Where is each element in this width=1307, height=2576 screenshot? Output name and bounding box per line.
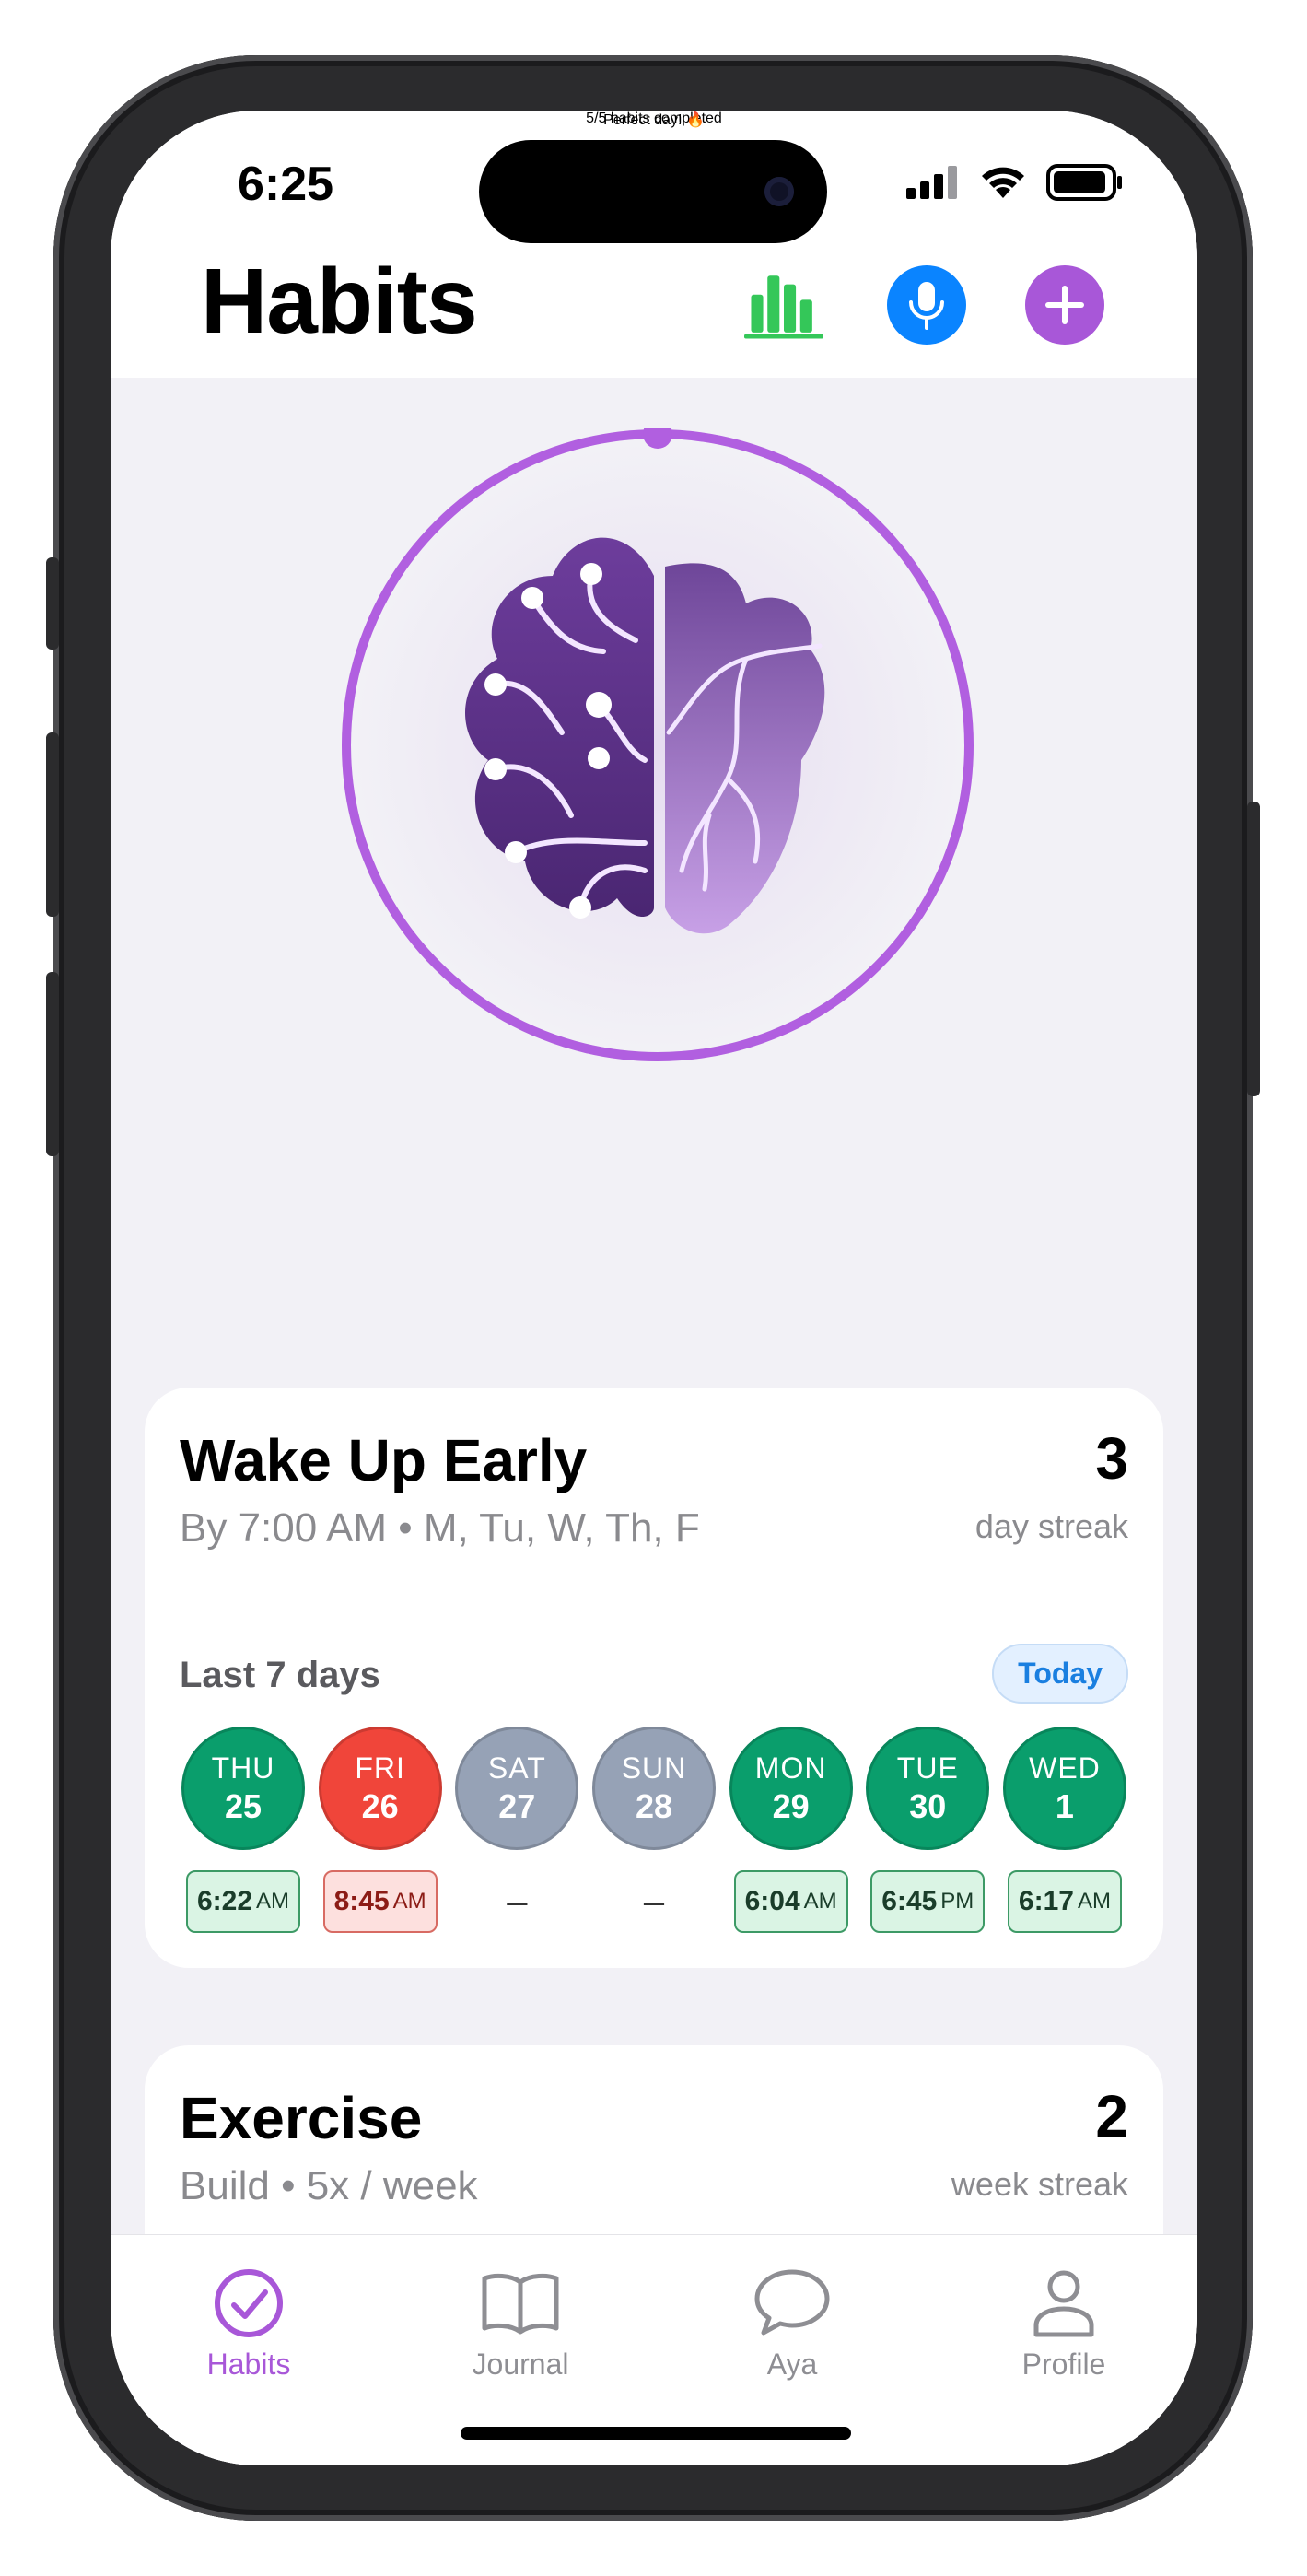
person-icon [1033, 2270, 1094, 2337]
stats-bar-chart-icon [744, 275, 823, 339]
stats-button[interactable] [744, 265, 823, 345]
day-of-week: WED [1029, 1751, 1101, 1785]
day-item: SAT 27 – [453, 1727, 580, 1933]
completion-time: 6:22 AM [185, 1870, 301, 1933]
time-value: 6:22 [196, 1886, 253, 1916]
time-ampm: AM [1077, 1889, 1111, 1914]
day-circle[interactable]: SAT 27 [455, 1727, 579, 1850]
volume-up-button [46, 732, 59, 917]
completion-time: 6:45 PM [870, 1870, 986, 1933]
day-of-week: FRI [355, 1751, 405, 1785]
battery-icon [1046, 164, 1122, 201]
day-item: FRI 26 8:45 AM [317, 1727, 444, 1933]
day-item: WED 1 6:17 AM [1001, 1727, 1128, 1933]
history-title: Last 7 days [180, 1655, 380, 1695]
time-value: 6:45 [881, 1886, 938, 1916]
chat-bubble-icon [754, 2269, 830, 2336]
day-circle[interactable]: FRI 26 [318, 1727, 442, 1850]
day-item: SUN 28 – [590, 1727, 718, 1933]
habit-name: Wake Up Early [180, 1427, 588, 1493]
completion-time: – [597, 1870, 711, 1933]
time-ampm: AM [256, 1889, 290, 1914]
day-of-week: TUE [896, 1751, 959, 1785]
time-value: 6:17 [1018, 1886, 1074, 1916]
tab-label: Habits [206, 2348, 291, 2381]
day-date: 1 [1055, 1786, 1074, 1825]
habit-schedule: By 7:00 AM • M, Tu, W, Th, F [180, 1505, 700, 1551]
streak-count: 2 [1095, 2083, 1128, 2149]
action-button [46, 557, 59, 650]
app-screen: 6:25 Habits 5/5 habits completed Perfect… [111, 111, 1197, 2465]
plus-icon [1045, 286, 1084, 324]
wifi-icon [982, 167, 1024, 198]
tab-label: Aya [766, 2348, 818, 2381]
home-indicator [461, 2427, 851, 2440]
day-circle[interactable]: SUN 28 [591, 1727, 716, 1850]
day-history: THU 25 6:22 AM FRI 26 8:45 AM SAT 27– SUN 28– MON 29 6… [180, 1727, 1128, 1933]
microphone-icon [909, 282, 944, 330]
status-time: 6:25 [238, 158, 334, 211]
page-title: Habits [201, 250, 478, 353]
streak-label: week streak [951, 2165, 1128, 2203]
tab-aya[interactable]: Aya [700, 2263, 884, 2382]
time-value: – [643, 1880, 665, 1922]
day-date: 27 [498, 1786, 536, 1825]
day-date: 26 [361, 1786, 399, 1825]
cellular-signal-icon [906, 166, 957, 199]
day-circle[interactable]: MON 29 [729, 1727, 853, 1850]
tab-label: Journal [472, 2348, 569, 2381]
completion-time: 6:04 AM [733, 1870, 848, 1933]
power-button [1247, 802, 1260, 1096]
day-of-week: SAT [487, 1751, 546, 1785]
tab-bar: Habits Journal Aya Profile [111, 2234, 1197, 2465]
tab-journal[interactable]: Journal [428, 2263, 613, 2382]
time-value: 8:45 [333, 1886, 390, 1916]
dynamic-island [479, 140, 827, 243]
completion-time: 6:17 AM [1007, 1870, 1122, 1933]
day-item: MON 29 6:04 AM [728, 1727, 855, 1933]
completion-time: – [460, 1870, 574, 1933]
day-item: THU 25 6:22 AM [180, 1727, 307, 1933]
day-circle[interactable]: THU 25 [181, 1727, 305, 1850]
book-icon [482, 2273, 559, 2335]
day-date: 30 [909, 1786, 947, 1825]
tab-habits[interactable]: Habits [157, 2263, 341, 2382]
habit-schedule: Build • 5x / week [180, 2163, 478, 2208]
add-habit-button[interactable] [1025, 265, 1104, 345]
camera-icon [764, 177, 794, 206]
completion-message: Perfect day! 🔥 [603, 112, 705, 128]
checkmark-circle-icon [215, 2269, 283, 2337]
streak-count: 3 [1095, 1425, 1128, 1492]
voice-button[interactable] [887, 265, 966, 345]
day-date: 25 [224, 1786, 263, 1825]
day-of-week: THU [211, 1751, 275, 1785]
progress-ring [341, 419, 974, 1062]
volume-down-button [46, 972, 59, 1156]
time-value: 6:04 [744, 1886, 800, 1916]
day-circle[interactable]: TUE 30 [866, 1727, 990, 1850]
time-ampm: PM [940, 1889, 974, 1914]
time-ampm: AM [803, 1889, 837, 1914]
habit-name: Exercise [180, 2085, 423, 2151]
day-of-week: MON [754, 1751, 827, 1785]
habit-card[interactable]: Wake Up Early By 7:00 AM • M, Tu, W, Th,… [145, 1388, 1163, 1968]
completion-time: 8:45 AM [322, 1870, 438, 1933]
time-ampm: AM [392, 1889, 426, 1914]
header: 6:25 Habits [111, 111, 1197, 378]
day-of-week: SUN [621, 1751, 687, 1785]
time-value: – [507, 1880, 528, 1922]
day-item: TUE 30 6:45 PM [864, 1727, 991, 1933]
streak-label: day streak [974, 1507, 1128, 1545]
status-icons [906, 162, 1124, 203]
tab-profile[interactable]: Profile [972, 2263, 1156, 2382]
day-date: 28 [635, 1786, 672, 1825]
tab-label: Profile [1021, 2348, 1106, 2381]
day-circle[interactable]: WED 1 [1002, 1727, 1126, 1850]
today-button[interactable]: Today [992, 1644, 1128, 1704]
day-date: 29 [772, 1786, 810, 1825]
